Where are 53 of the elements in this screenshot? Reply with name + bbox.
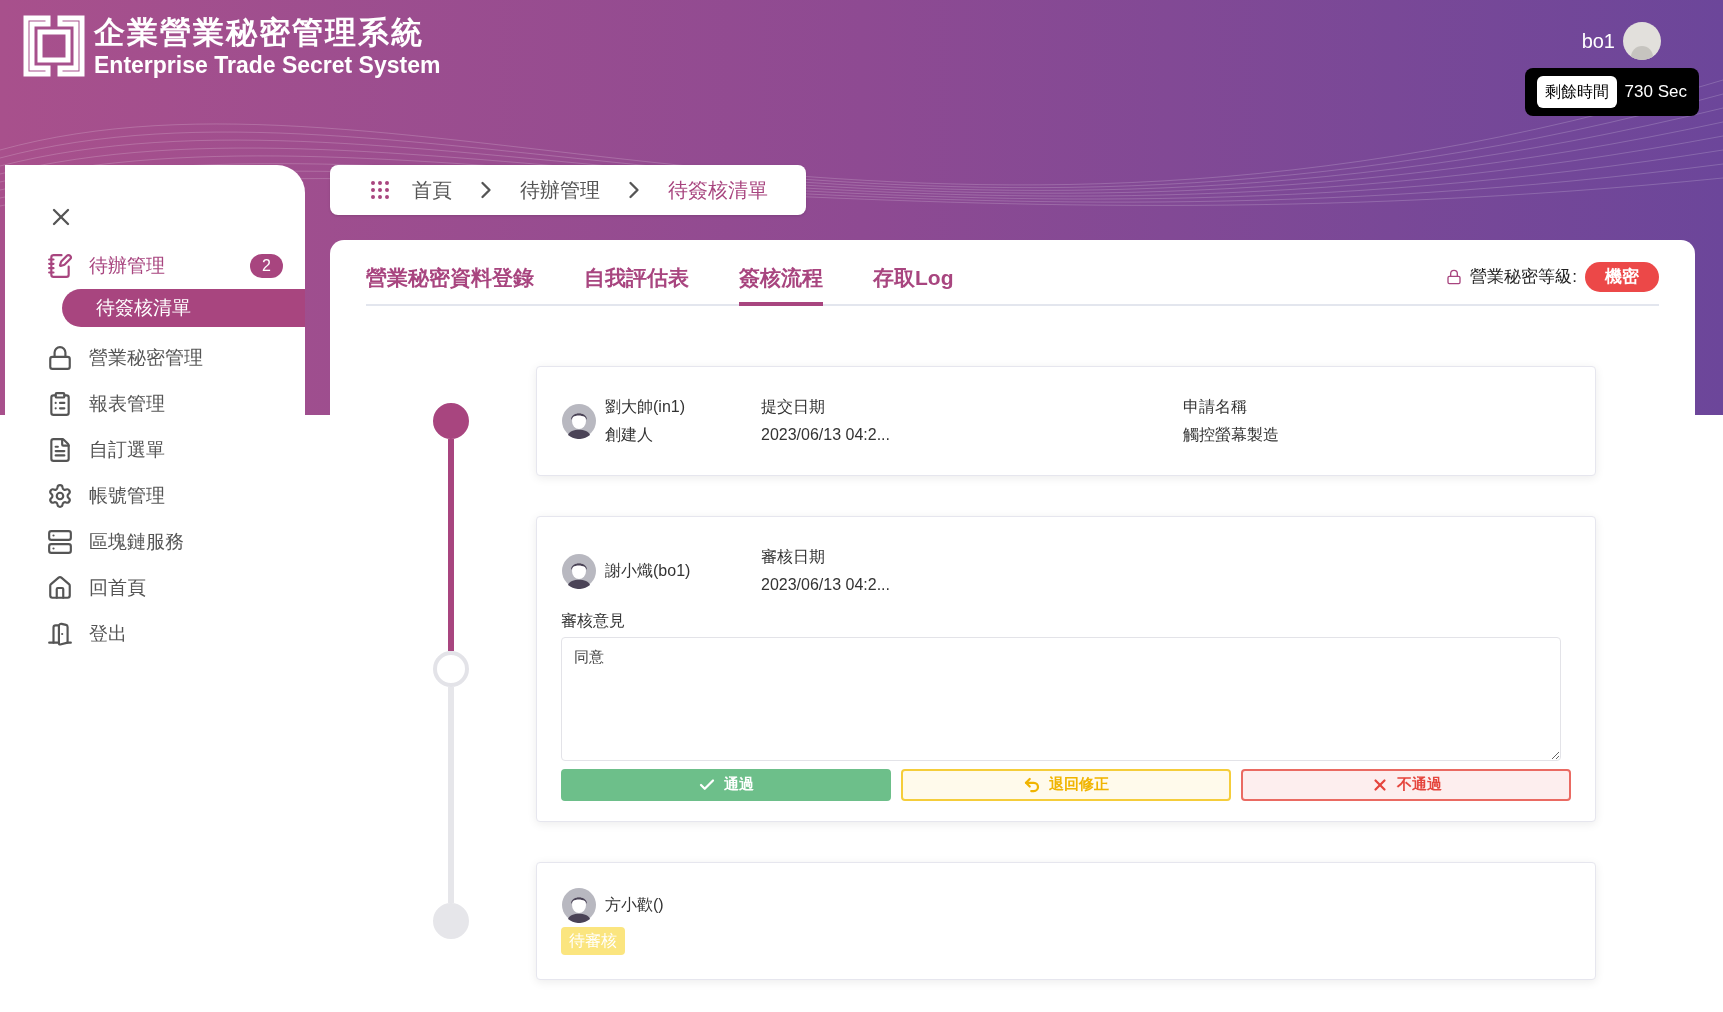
avatar-icon (561, 402, 597, 439)
undo-icon (1023, 775, 1041, 794)
user-name: bo1 (1581, 29, 1615, 54)
sidebar-item[interactable]: 營業秘密管理 (5, 335, 305, 381)
door-icon (47, 621, 73, 647)
clipboard-icon (47, 391, 73, 417)
date-label: 提交日期 (761, 396, 826, 417)
avatar-icon (561, 552, 597, 589)
logo-icon (22, 14, 86, 78)
server-icon (47, 529, 73, 555)
sidebar-item[interactable]: 待辦管理 2 (5, 243, 305, 289)
comment-field[interactable]: 同意 (561, 636, 1561, 761)
date-label: 審核日期 (761, 546, 826, 567)
breadcrumb-link[interactable]: 待簽核清單 (668, 175, 768, 205)
tab[interactable]: 營業秘密資料登錄 (366, 250, 534, 306)
security-level-badge: 機密 (1585, 262, 1659, 292)
count-badge: 2 (250, 254, 283, 278)
user-name: 方小歡() (605, 894, 664, 915)
app-title: 企業營業秘密管理系統 (94, 14, 425, 52)
gear-icon (47, 483, 73, 509)
user-name: 謝小熾(bo1) (605, 560, 691, 581)
application-name-label: 申請名稱 (1183, 396, 1248, 417)
sidebar-subitem[interactable]: 待簽核清單 (62, 289, 305, 327)
sidebar-item[interactable]: 區塊鏈服務 (5, 519, 305, 565)
sidebar-item[interactable]: 自訂選單 (5, 427, 305, 473)
sidebar-item[interactable]: 回首頁 (5, 565, 305, 611)
breadcrumb-link[interactable]: 首頁 (412, 175, 452, 205)
grid-icon[interactable] (368, 178, 392, 202)
timer-value: 730 Sec (1624, 81, 1687, 104)
lock-icon (1446, 268, 1463, 285)
security-level-label: 營業秘密等級: (1470, 266, 1577, 288)
sidebar-item[interactable]: 帳號管理 (5, 473, 305, 519)
user-name: 劉大帥(in1) (605, 396, 685, 417)
sidebar-item[interactable]: 報表管理 (5, 381, 305, 427)
sidebar-item[interactable]: 登出 (5, 611, 305, 657)
tab[interactable]: 存取Log (873, 250, 954, 306)
list-icon (47, 437, 73, 463)
action-button[interactable]: 不通過 (1241, 768, 1571, 801)
timer-label: 剩餘時間 (1536, 76, 1617, 108)
date-value: 2023/06/13 04:2... (761, 574, 890, 595)
application-name-value: 觸控螢幕製造 (1183, 424, 1279, 445)
lock-icon (47, 345, 73, 371)
app-subtitle: Enterprise Trade Secret System (94, 52, 441, 78)
status-badge: 待審核 (561, 926, 625, 955)
tab[interactable]: 簽核流程 (739, 250, 823, 306)
user-role: 創建人 (605, 424, 654, 445)
avatar-icon (561, 886, 597, 923)
comment-label: 審核意見 (561, 610, 626, 631)
tab[interactable]: 自我評估表 (584, 250, 689, 306)
breadcrumb-link[interactable]: 待辦管理 (520, 175, 600, 205)
home-icon (47, 575, 73, 601)
notebook-icon (47, 253, 73, 279)
date-value: 2023/06/13 04:2... (761, 424, 891, 445)
